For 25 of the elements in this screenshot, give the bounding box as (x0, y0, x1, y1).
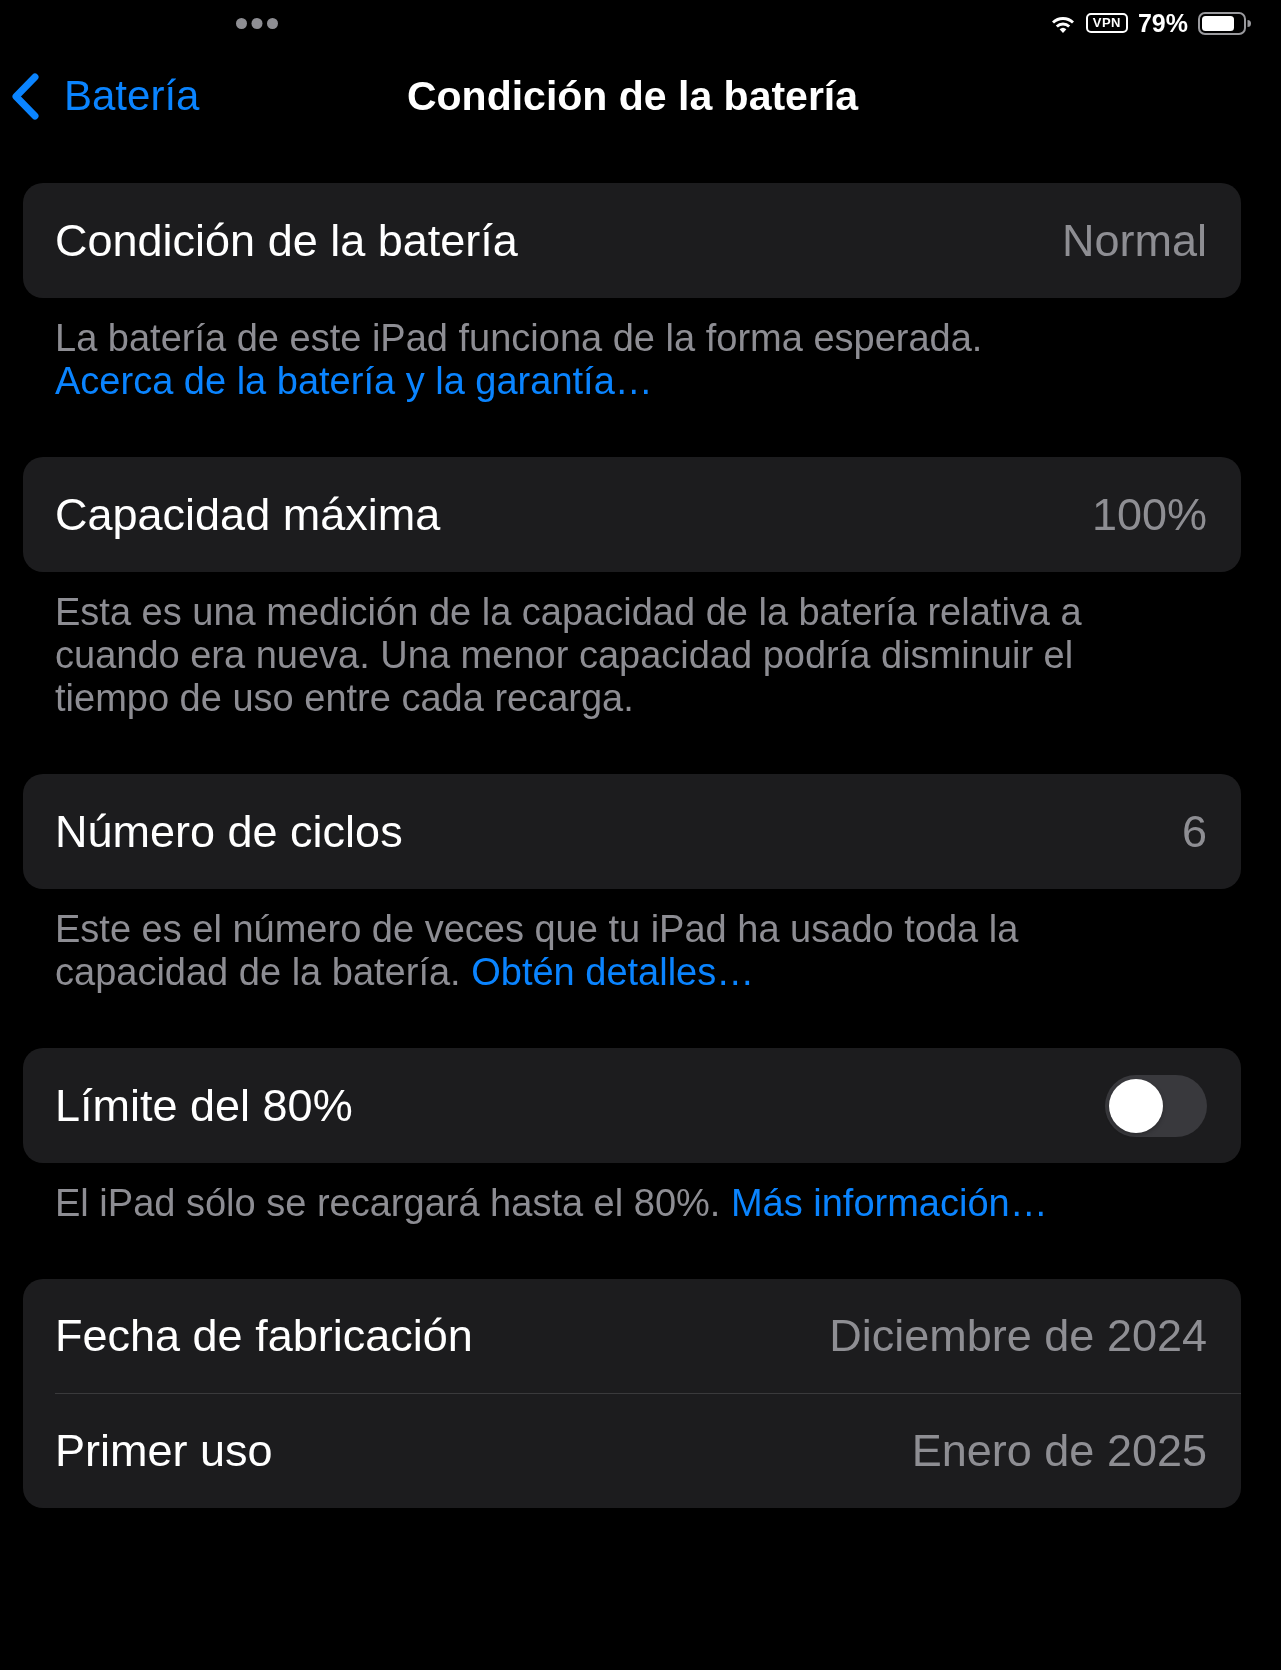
row-value: Enero de 2025 (911, 1425, 1207, 1477)
more-dots-icon[interactable] (236, 17, 278, 29)
footer-text: La batería de este iPad funciona de la forma esperada. Acerca de la batería y la garantía… (54, 317, 984, 403)
battery-percent: 79% (1137, 8, 1188, 38)
row-value: Diciembre de 2024 (829, 1310, 1207, 1362)
info-link[interactable]: Obtén detalles… (471, 951, 755, 993)
row-label: Primer uso (55, 1425, 273, 1477)
row-value: 6 (1181, 805, 1207, 858)
info-link[interactable]: Acerca de la batería y la garantía… (55, 360, 653, 402)
info-link[interactable]: Más información… (730, 1182, 1048, 1224)
row-value: Normal (1061, 214, 1207, 267)
footer-text: Esta es una medición de la capacidad de la batería relativa a cuando era nueva. Una menor capacidad podría disminuir el tiempo de uso entre cada recarga. (54, 591, 1083, 720)
row-label: Límite del 80% (55, 1079, 353, 1132)
nav-title: Condición de la batería (406, 72, 859, 120)
footer-text: Este es el número de veces que tu iPad ha usado toda la capacidad de la batería. Obtén detalles… (54, 908, 1020, 994)
row-value: 100% (1091, 488, 1207, 541)
chevron-left-icon (10, 72, 40, 120)
row-label: Capacidad máxima (55, 488, 441, 541)
row-label: Número de ciclos (55, 805, 403, 858)
row-label: Fecha de fabricación (55, 1310, 473, 1362)
footer-text: El iPad sólo se recargará hasta el 80%. Más información… (54, 1182, 1049, 1225)
back-button[interactable]: Batería (10, 71, 200, 121)
battery-icon (1198, 11, 1251, 35)
row-label: Condición de la batería (55, 214, 518, 267)
vpn-badge: VPN (1085, 13, 1128, 33)
